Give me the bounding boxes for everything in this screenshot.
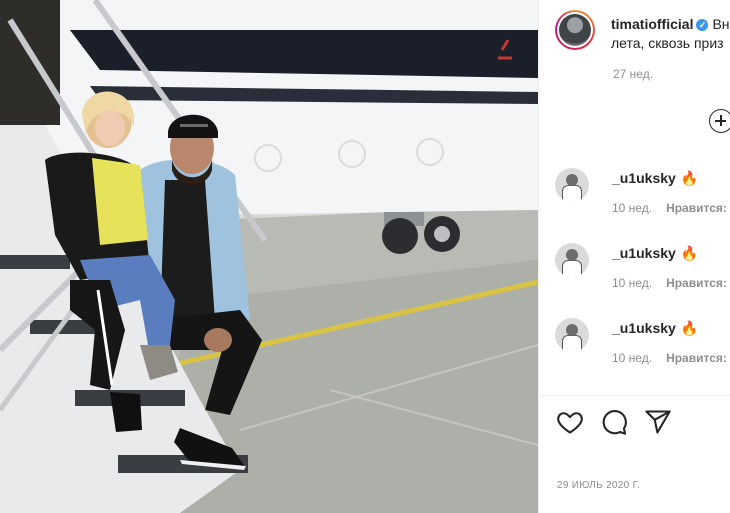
post-sidebar: timatiofficial ✓ Вн лета, сквозь приз 27 н… [538, 0, 730, 513]
comment-icon[interactable] [600, 408, 628, 436]
caption: timatiofficial ✓ Вн лета, сквозь приз [555, 10, 730, 70]
comment-time[interactable]: 10 нед. [612, 276, 652, 290]
caption-timestamp[interactable]: 27 нед. [613, 67, 653, 81]
comment-avatar[interactable] [555, 318, 589, 352]
post-actions [539, 395, 730, 455]
comment-avatar[interactable] [555, 168, 589, 202]
comment-username[interactable]: _u1uksky [612, 320, 676, 336]
comment-like-count[interactable]: Нравится: [666, 201, 727, 215]
fire-emoji-icon: 🔥 [680, 245, 699, 261]
comment-time[interactable]: 10 нед. [612, 351, 652, 365]
load-more-comments-button[interactable] [709, 109, 730, 133]
photo-illustration [0, 0, 538, 513]
comment-like-count[interactable]: Нравится: [666, 351, 727, 365]
verified-badge-icon: ✓ [696, 19, 709, 31]
fire-emoji-icon: 🔥 [680, 170, 699, 186]
caption-text-line: лета, сквозь приз [611, 35, 724, 51]
post-photo[interactable] [0, 0, 538, 513]
send-icon[interactable] [644, 408, 672, 436]
post-date[interactable]: 29 ИЮЛЬ 2020 Г. [557, 480, 640, 491]
caption-text-start: Вн [712, 16, 730, 32]
comment-item: _u1uksky 🔥 10 нед. Нравится: [555, 168, 730, 224]
comment-item: _u1uksky 🔥 10 нед. Нравится: [555, 243, 730, 299]
comment-username[interactable]: _u1uksky [612, 245, 676, 261]
author-username[interactable]: timatiofficial [611, 16, 693, 32]
comment-item: _u1uksky 🔥 10 нед. Нравится: [555, 318, 730, 374]
comment-username[interactable]: _u1uksky [612, 170, 676, 186]
author-avatar[interactable] [555, 10, 595, 50]
comment-time[interactable]: 10 нед. [612, 201, 652, 215]
fire-emoji-icon: 🔥 [680, 320, 699, 336]
heart-icon[interactable] [556, 408, 584, 436]
comment-avatar[interactable] [555, 243, 589, 277]
comment-like-count[interactable]: Нравится: [666, 276, 727, 290]
